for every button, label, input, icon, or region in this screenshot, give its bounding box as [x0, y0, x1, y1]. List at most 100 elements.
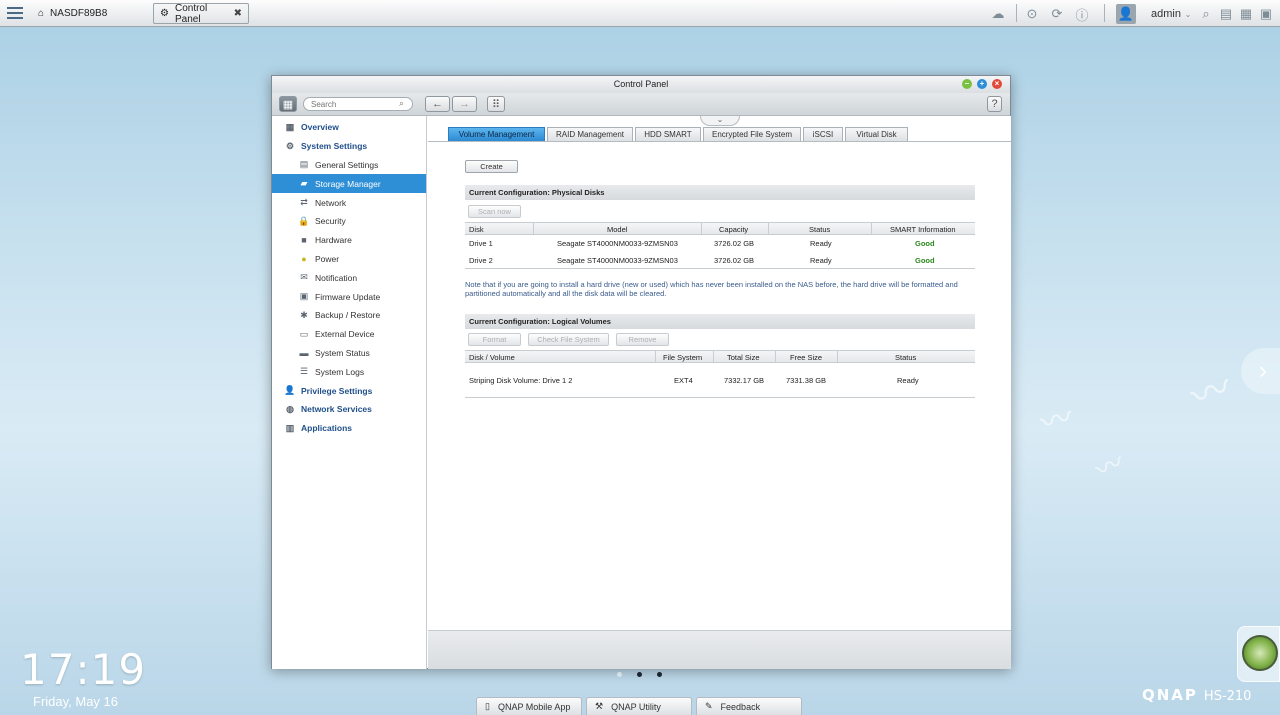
- dashboard-widget[interactable]: [1237, 626, 1280, 682]
- check-file-system-button[interactable]: Check File System: [528, 333, 609, 346]
- remove-button[interactable]: Remove: [616, 333, 669, 346]
- notes-icon[interactable]: ▤: [1216, 4, 1236, 24]
- lightbulb-icon: ●: [301, 253, 307, 264]
- table-row[interactable]: Drive 2 Seagate ST4000NM0033-9ZMSN03 372…: [465, 252, 975, 269]
- sidebar-item-system-status[interactable]: ▬ System Status: [272, 344, 426, 363]
- install-note: Note that if you are going to install a …: [465, 280, 958, 298]
- page-indicator-dot[interactable]: [637, 672, 642, 677]
- sidebar-item-label: Security: [315, 216, 346, 227]
- grid-icon[interactable]: ▦: [1236, 4, 1256, 24]
- volume-file-system: EXT4: [674, 376, 693, 385]
- search-input[interactable]: [303, 97, 413, 111]
- main-menu-icon[interactable]: [6, 4, 24, 22]
- sidebar-item-label: System Settings: [301, 141, 368, 152]
- volume-total-size: 7332.17 GB: [724, 376, 765, 385]
- sidebar-item-storage-manager[interactable]: ▰ Storage Manager: [272, 174, 426, 194]
- dock-qnap-utility[interactable]: ⚒ QNAP Utility: [586, 697, 692, 715]
- control-panel-icon: ⚙: [160, 8, 169, 19]
- sidebar-item-privilege-settings[interactable]: 👤 Privilege Settings: [272, 381, 426, 400]
- logical-volumes-header: Current Configuration: Logical Volumes: [465, 314, 975, 329]
- close-icon[interactable]: ✖: [234, 8, 242, 19]
- minimize-icon[interactable]: –: [962, 79, 972, 89]
- page-indicator-dot[interactable]: [657, 672, 662, 677]
- create-button[interactable]: Create: [465, 160, 518, 173]
- table-row[interactable]: Striping Disk Volume: Drive 1 2 EXT4 733…: [465, 363, 975, 397]
- format-button[interactable]: Format: [468, 333, 521, 346]
- sidebar-item-backup-restore[interactable]: ✱ Backup / Restore: [272, 306, 426, 325]
- taskbar-home-label: NASDF89B8: [50, 8, 108, 19]
- tab-hdd-smart[interactable]: HDD SMART: [635, 127, 701, 141]
- window-close-icon[interactable]: ×: [992, 79, 1002, 89]
- gear-icon: ⚙: [285, 140, 295, 151]
- help-button[interactable]: ?: [987, 96, 1002, 112]
- info-icon[interactable]: ⓘ: [1072, 4, 1092, 24]
- tab-iscsi[interactable]: iSCSI: [803, 127, 843, 141]
- next-desktop-arrow-icon[interactable]: ›: [1241, 348, 1280, 394]
- sidebar-item-applications[interactable]: ▥ Applications: [272, 419, 426, 438]
- sidebar-item-power[interactable]: ● Power: [272, 250, 426, 269]
- tab-raid-management[interactable]: RAID Management: [547, 127, 633, 141]
- fullscreen-icon[interactable]: ▣: [1256, 4, 1276, 24]
- tab-encrypted-file-system[interactable]: Encrypted File System: [703, 127, 801, 141]
- taskbar-divider: [1104, 4, 1105, 22]
- dock-feedback[interactable]: ✎ Feedback: [696, 697, 802, 715]
- search-icon[interactable]: ⌕: [399, 98, 404, 109]
- back-button[interactable]: ←: [425, 96, 450, 112]
- sidebar-item-label: Power: [315, 253, 340, 264]
- tab-volume-management[interactable]: Volume Management: [448, 127, 545, 141]
- sidebar-item-network[interactable]: ⇄ Network: [272, 193, 426, 212]
- logs-icon: ☰: [299, 366, 309, 377]
- chevron-down-icon[interactable]: ⌄: [1178, 4, 1198, 24]
- sidebar-item-firmware-update[interactable]: ▣ Firmware Update: [272, 287, 426, 306]
- sync-icon[interactable]: ⟳: [1047, 4, 1067, 24]
- sidebar-item-label: General Settings: [315, 159, 379, 170]
- column-header: Model: [607, 225, 628, 234]
- sidebar-item-system-logs[interactable]: ☰ System Logs: [272, 362, 426, 381]
- table-header: Disk Model Capacity Status SMART Informa…: [465, 222, 975, 235]
- apps-grid-button[interactable]: ⠿: [487, 96, 505, 112]
- logical-volumes-table: Disk / Volume File System Total Size Fre…: [465, 350, 975, 398]
- disk-model: Seagate ST4000NM0033-9ZMSN03: [557, 239, 678, 248]
- dashboard-gauge-icon: [1242, 635, 1278, 671]
- sidebar-item-security[interactable]: 🔒 Security: [272, 212, 426, 231]
- sidebar-item-external-device[interactable]: ▭ External Device: [272, 325, 426, 344]
- sidebar-item-hardware[interactable]: ■ Hardware: [272, 231, 426, 250]
- dock-qnap-mobile-app[interactable]: ▯ QNAP Mobile App: [476, 697, 582, 715]
- avatar[interactable]: 👤: [1116, 4, 1136, 24]
- cloud-icon[interactable]: ☁: [988, 4, 1008, 24]
- sidebar-item-label: Network: [315, 197, 347, 208]
- sidebar-item-general-settings[interactable]: ▤ General Settings: [272, 156, 426, 175]
- page-indicator-dot[interactable]: [617, 672, 622, 677]
- maximize-icon[interactable]: +: [977, 79, 987, 89]
- collapse-handle-icon[interactable]: ⌄: [700, 116, 740, 126]
- dock-label: QNAP Mobile App: [497, 701, 571, 712]
- sidebar-item-overview[interactable]: ▦ Overview: [272, 118, 426, 137]
- sidebar-item-label: Backup / Restore: [315, 310, 381, 321]
- column-header: Capacity: [719, 225, 749, 234]
- storage-manager-content: ⌄ Volume Management RAID Management HDD …: [428, 116, 1011, 669]
- bird-decoration-icon: 〰: [1036, 397, 1077, 443]
- scan-now-button[interactable]: Scan now: [468, 205, 521, 218]
- sidebar-item-notification[interactable]: ✉ Notification: [272, 268, 426, 287]
- home-view-button[interactable]: ▦: [279, 96, 297, 112]
- search-icon[interactable]: ⌕: [1196, 4, 1216, 24]
- taskbar-home-tab[interactable]: ⌂ NASDF89B8: [32, 3, 147, 24]
- forward-button[interactable]: →: [452, 96, 477, 112]
- download-icon[interactable]: ⊙: [1022, 4, 1042, 24]
- sidebar-item-network-services[interactable]: ◍ Network Services: [272, 400, 426, 419]
- applications-icon: ▥: [285, 422, 295, 433]
- sidebar-item-system-settings[interactable]: ⚙ System Settings: [272, 137, 426, 156]
- column-header: Free Size: [790, 353, 823, 362]
- sidebar: ▦ Overview ⚙ System Settings ▤ General S…: [272, 116, 427, 669]
- bird-decoration-icon: 〰: [1089, 445, 1130, 488]
- table-row[interactable]: Drive 1 Seagate ST4000NM0033-9ZMSN03 372…: [465, 235, 975, 252]
- sidebar-item-label: Firmware Update: [315, 291, 381, 302]
- tab-virtual-disk[interactable]: Virtual Disk: [845, 127, 908, 141]
- disk-smart: Good: [915, 255, 935, 265]
- taskbar-control-panel-tab[interactable]: ⚙ Control Panel ✖: [153, 3, 249, 25]
- username-label[interactable]: admin: [1151, 8, 1181, 20]
- disk-status: Ready: [810, 255, 832, 265]
- sidebar-item-label: Hardware: [315, 235, 352, 246]
- column-header: Status: [895, 353, 917, 362]
- sidebar-item-label: Network Services: [301, 404, 372, 415]
